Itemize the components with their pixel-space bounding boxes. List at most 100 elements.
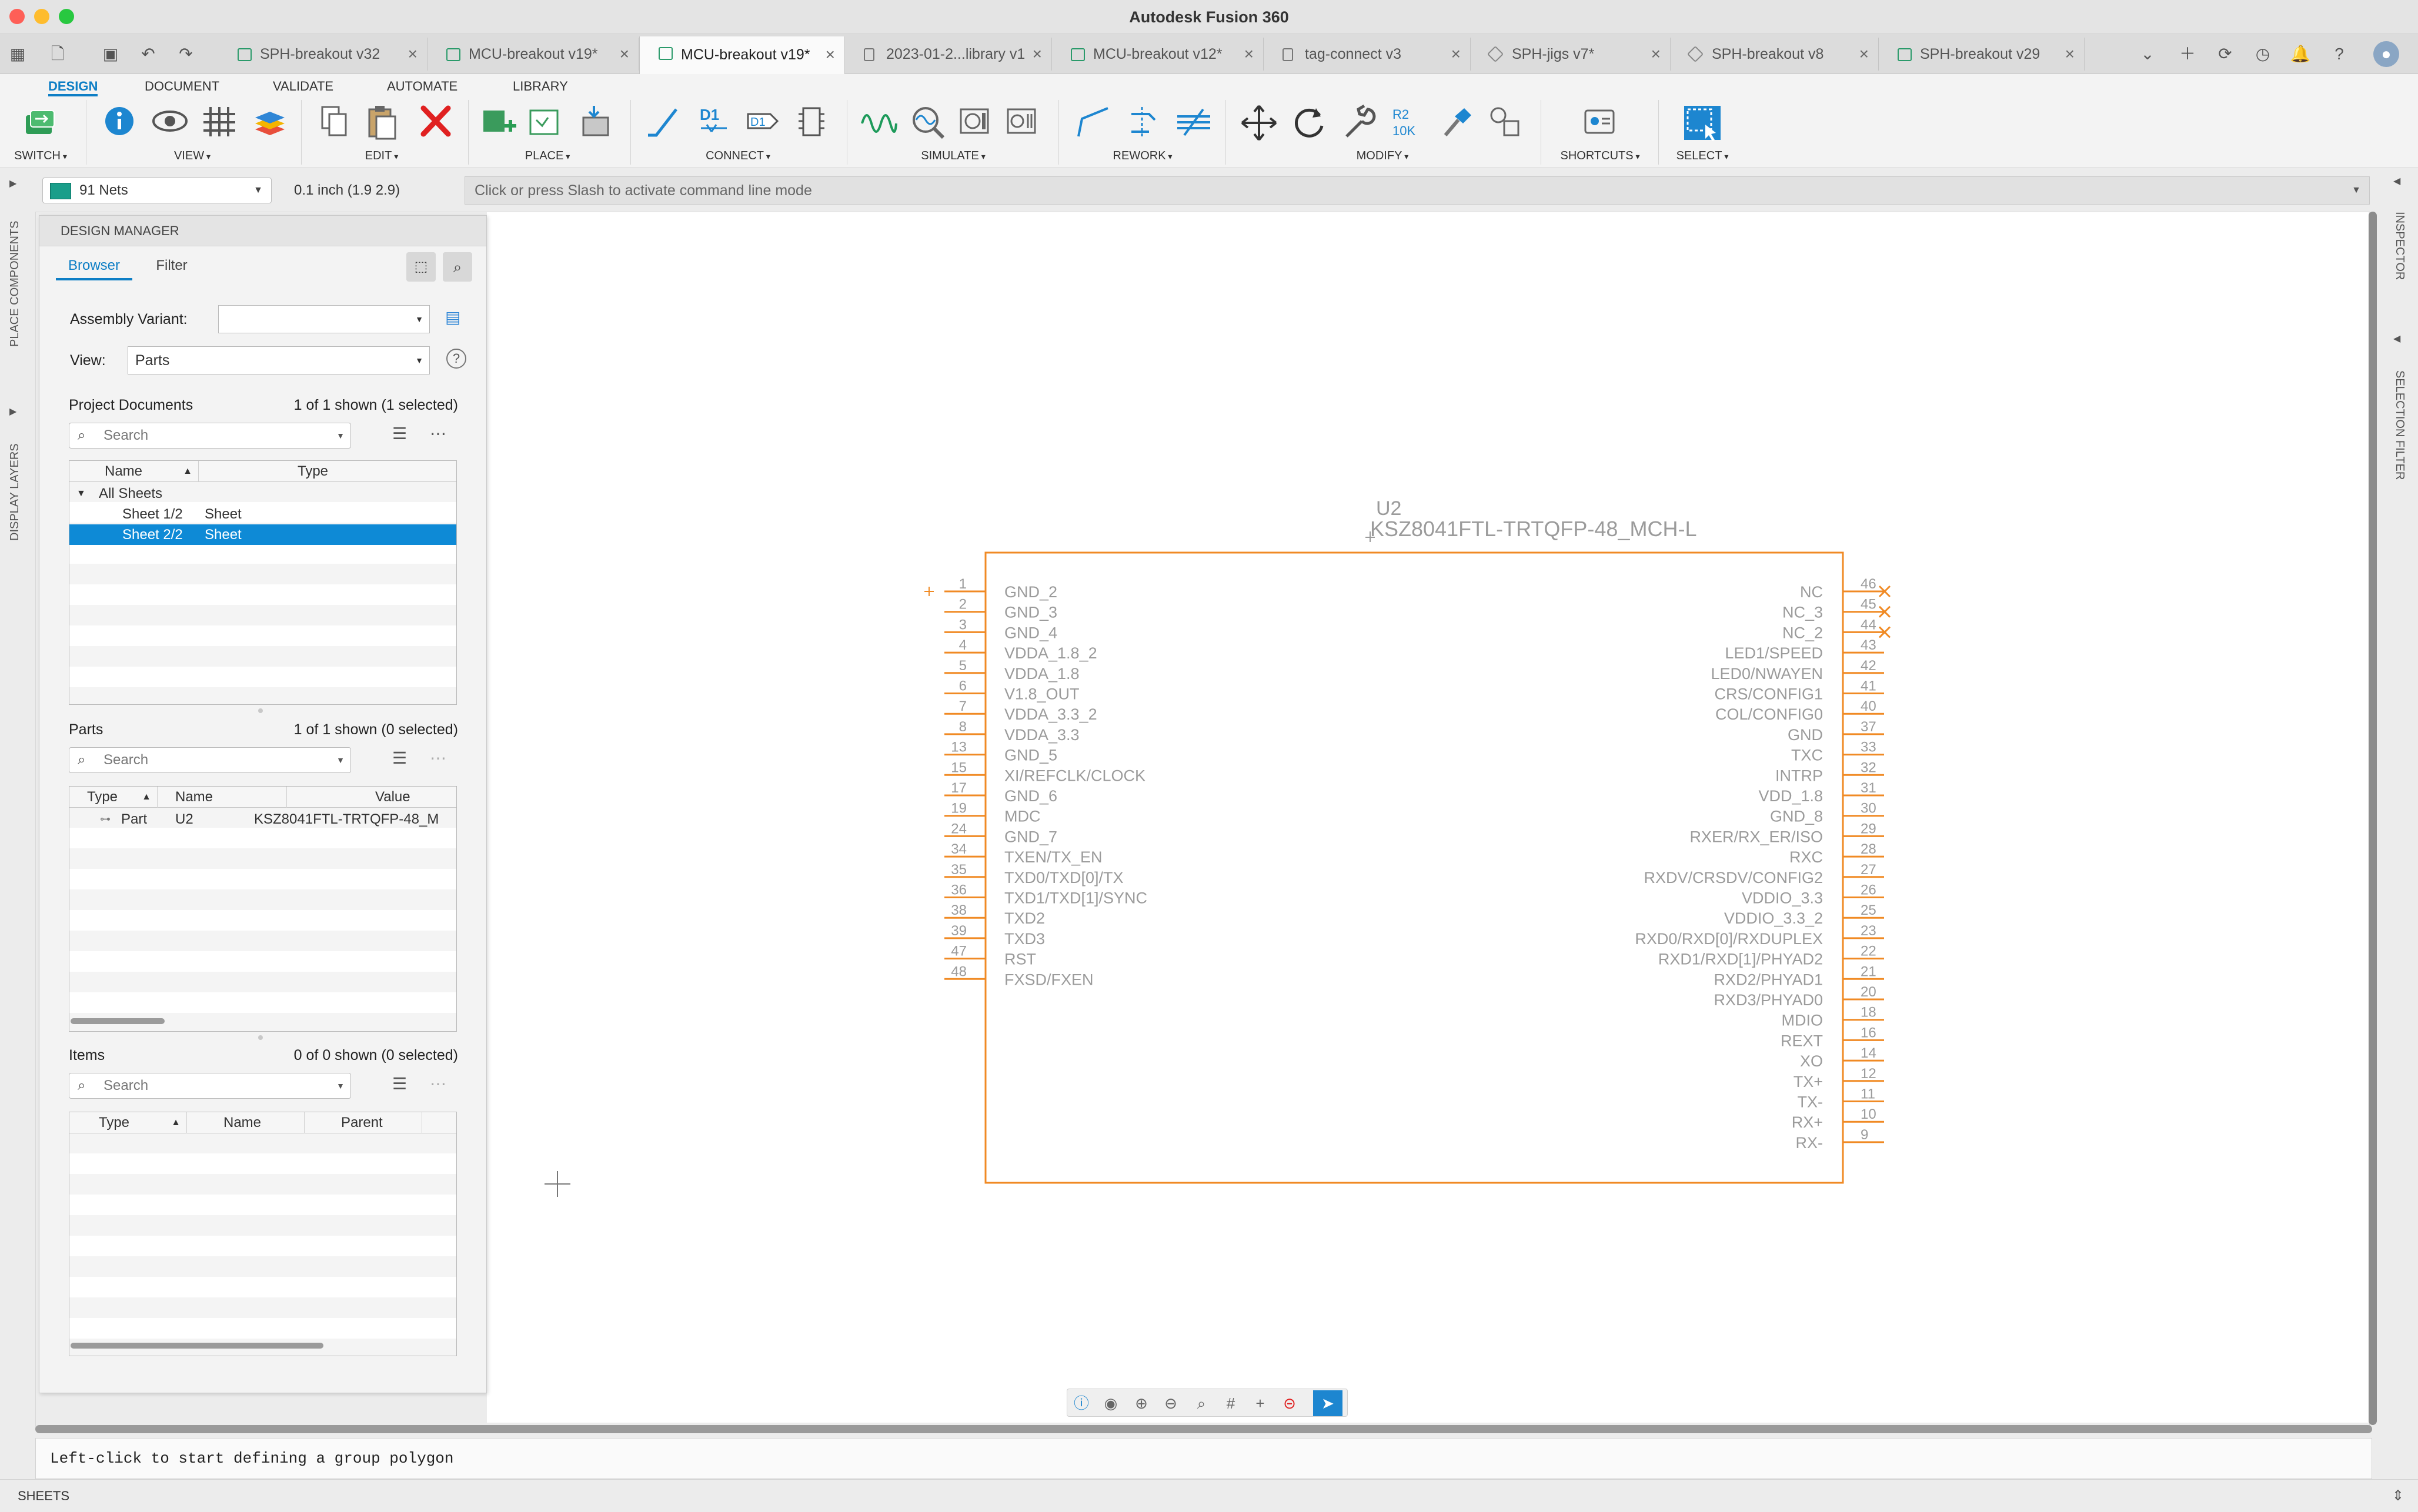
group-modify-label[interactable]: MODIFY <box>1344 147 1421 165</box>
assembly-variant-select[interactable]: ▼ <box>218 305 430 333</box>
group-select-label[interactable]: SELECT <box>1664 147 1741 165</box>
horizontal-scrollbar[interactable] <box>71 1018 165 1024</box>
schematic-canvas[interactable] <box>487 212 2369 1423</box>
route-icon[interactable] <box>1124 102 1165 143</box>
zoom-fit-icon[interactable]: ⌕ <box>1191 1393 1212 1414</box>
document-tab[interactable]: MCU-breakout v19* × <box>428 38 639 71</box>
selection-filter-tab[interactable]: SELECTION FILTER <box>2393 370 2406 480</box>
probe-icon[interactable] <box>908 102 949 143</box>
column-type[interactable]: Type ▲ <box>69 1112 187 1133</box>
app-grid-icon[interactable]: ▦ <box>5 41 31 67</box>
tree-row-sheet-1[interactable]: Sheet 1/2 Sheet <box>69 504 456 524</box>
command-line-input[interactable]: Click or press Slash to activate command… <box>465 176 2370 205</box>
stop-icon[interactable]: ⊝ <box>1279 1393 1300 1414</box>
bus-icon[interactable] <box>791 102 833 143</box>
horizontal-scrollbar[interactable] <box>35 1425 2372 1433</box>
group-simulate-label[interactable]: SIMULATE <box>915 147 991 165</box>
file-menu-icon[interactable]: 🗋 <box>45 41 71 67</box>
show-eye-icon[interactable] <box>149 102 191 143</box>
inspector-tab[interactable]: INSPECTOR <box>2393 212 2406 280</box>
document-tab[interactable]: SPH-jigs v7* × <box>1471 38 1671 71</box>
grid-icon[interactable]: # <box>1220 1393 1241 1414</box>
tab-design[interactable]: DESIGN <box>48 76 98 96</box>
tab-filter[interactable]: Filter <box>139 251 204 280</box>
net-label-icon[interactable]: D1 <box>694 102 735 143</box>
column-name[interactable]: Name <box>187 1112 305 1133</box>
column-name[interactable]: Name <box>158 787 287 808</box>
select-in-canvas-icon[interactable]: ⬚ <box>406 252 436 282</box>
info-icon[interactable] <box>99 102 140 143</box>
chevron-down-icon[interactable]: ▼ <box>2352 177 2361 204</box>
extensions-icon[interactable]: ⟳ <box>2212 41 2238 67</box>
group-select-icon[interactable] <box>1485 102 1527 143</box>
zoom-in-icon[interactable]: ⊕ <box>1131 1393 1152 1414</box>
place-net-port-icon[interactable] <box>576 102 617 143</box>
tab-document[interactable]: DOCUMENT <box>145 76 219 96</box>
document-tab[interactable]: tag-connect v3 × <box>1264 38 1471 71</box>
column-type[interactable]: Type <box>199 461 456 482</box>
net-wire-icon[interactable] <box>643 102 684 143</box>
tree-row-sheet-2[interactable]: Sheet 2/2 Sheet <box>69 524 456 545</box>
paste-icon[interactable] <box>362 102 403 143</box>
column-type[interactable]: Type ▲ <box>69 787 158 808</box>
move-icon[interactable] <box>1238 102 1280 143</box>
new-tab-icon[interactable]: ＋ <box>2175 41 2200 67</box>
sheets-toggle-icon[interactable]: ⇕ <box>2392 1480 2404 1512</box>
group-connect-label[interactable]: CONNECT <box>700 147 776 165</box>
horizontal-scrollbar[interactable] <box>71 1343 323 1349</box>
window-close-button[interactable] <box>9 9 25 24</box>
close-icon[interactable]: × <box>1451 38 1461 71</box>
group-place-label[interactable]: PLACE <box>509 147 586 165</box>
window-minimize-button[interactable] <box>34 9 49 24</box>
info-icon[interactable]: ⓘ <box>1071 1393 1092 1414</box>
job-status-icon[interactable]: ◷ <box>2250 41 2276 67</box>
name-tag-icon[interactable]: D1 <box>742 102 783 143</box>
document-tab[interactable]: SPH-breakout v8 × <box>1671 38 1879 71</box>
group-rework-label[interactable]: REWORK <box>1104 147 1181 165</box>
group-view-label[interactable]: VIEW <box>154 147 231 165</box>
more-options-icon[interactable]: ⋯ <box>430 424 446 443</box>
view-select[interactable]: Parts ▼ <box>128 346 430 374</box>
list-view-icon[interactable]: ☰ <box>392 1074 407 1093</box>
parts-search[interactable]: ⌕ Search ▼ <box>69 747 351 773</box>
place-component-icon[interactable] <box>477 102 519 143</box>
add-icon[interactable]: + <box>1250 1393 1271 1414</box>
tab-automate[interactable]: AUTOMATE <box>387 76 457 96</box>
collapse-arrow-icon[interactable]: ◀ <box>2393 175 2400 187</box>
variant-table-icon[interactable]: ▤ <box>445 307 460 327</box>
document-tab[interactable]: SPH-breakout v32 × <box>219 38 428 71</box>
grid-icon[interactable] <box>199 102 240 143</box>
project-documents-search[interactable]: ⌕ Search ▼ <box>69 423 351 449</box>
net-class-select[interactable]: 91 Nets ▼ <box>42 178 272 203</box>
copy-icon[interactable] <box>314 102 355 143</box>
tab-browser[interactable]: Browser <box>56 251 132 280</box>
document-tab[interactable]: SPH-breakout v29 × <box>1879 38 2085 71</box>
part-row-u2[interactable]: ⊶ Part U2 KSZ8041FTL-TRTQFP-48_M <box>69 809 456 829</box>
list-view-icon[interactable]: ☰ <box>392 748 407 768</box>
wrench-icon[interactable] <box>1338 102 1380 143</box>
rotate-icon[interactable] <box>1289 102 1330 143</box>
window-maximize-button[interactable] <box>59 9 74 24</box>
items-search[interactable]: ⌕ Search ▼ <box>69 1073 351 1099</box>
column-value[interactable]: Value <box>287 787 456 808</box>
group-edit-label[interactable]: EDIT <box>343 147 420 165</box>
close-icon[interactable]: × <box>1651 38 1661 71</box>
zoom-to-icon[interactable]: ⌕ <box>443 252 472 282</box>
document-tab[interactable]: 2023-01-2...library v1 × <box>845 38 1052 71</box>
notifications-icon[interactable]: 🔔 <box>2287 41 2313 67</box>
shortcuts-icon[interactable] <box>1579 102 1621 143</box>
vertical-scrollbar[interactable] <box>2369 212 2377 1425</box>
display-layers-tab[interactable]: DISPLAY LAYERS <box>8 443 22 541</box>
split-wire-icon[interactable] <box>1074 102 1115 143</box>
zoom-out-icon[interactable]: ⊖ <box>1160 1393 1181 1414</box>
list-view-icon[interactable]: ☰ <box>392 424 407 443</box>
group-switch-label[interactable]: SWITCH <box>2 147 79 165</box>
document-tab[interactable]: MCU-breakout v12* × <box>1052 38 1264 71</box>
miter-icon[interactable] <box>1174 102 1215 143</box>
select-pointer-icon[interactable]: ➤ <box>1313 1390 1342 1416</box>
redo-icon[interactable]: ↷ <box>173 41 199 67</box>
more-options-icon[interactable]: ⋯ <box>430 1074 446 1093</box>
save-icon[interactable]: ▣ <box>98 41 123 67</box>
tree-row-all-sheets[interactable]: ▼ All Sheets <box>69 483 456 504</box>
splitter-handle[interactable] <box>258 1035 263 1040</box>
